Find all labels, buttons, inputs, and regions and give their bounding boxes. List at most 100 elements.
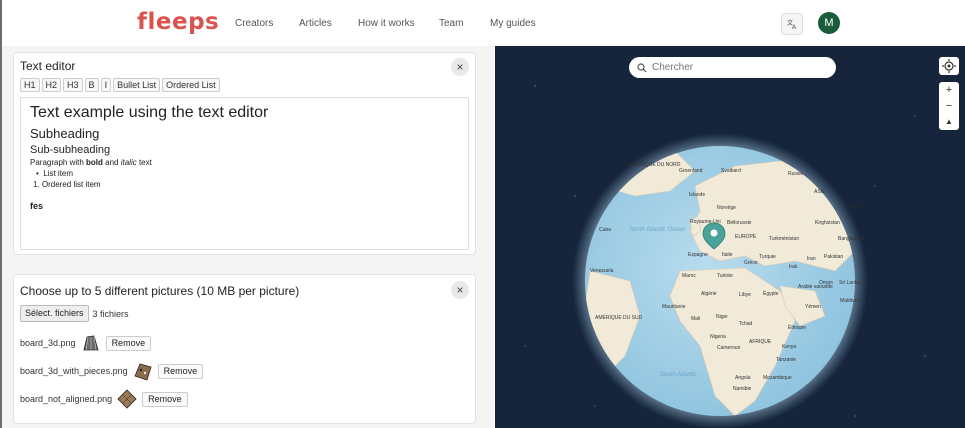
map-label: Algérie	[701, 291, 717, 297]
map-label: Tunisie	[717, 273, 733, 279]
map-label: Svalbard	[721, 168, 741, 174]
map-label: Espagne	[688, 252, 708, 258]
map-label: Biélorussie	[727, 220, 752, 226]
map-label: Islande	[689, 192, 705, 198]
file-item: board_3d_with_pieces.png Remove	[20, 361, 204, 381]
file-name: board_3d_with_pieces.png	[20, 366, 128, 376]
map-canvas: AMÉRIQUE DU NORD Groenland Svalbard Russ…	[524, 75, 926, 428]
editor-typed-text: fes	[30, 201, 44, 211]
logo[interactable]: fleeps	[137, 9, 219, 35]
close-icon: ×	[456, 283, 464, 297]
nav-creators[interactable]: Creators	[235, 18, 273, 29]
map-label: Niger	[716, 314, 728, 320]
zoom-out-button[interactable]: −	[939, 98, 959, 114]
map-label: Sri Lanka	[839, 280, 860, 286]
picture-upload-card: Choose up to 5 different pictures (10 MB…	[13, 274, 476, 424]
upload-title: Choose up to 5 different pictures (10 MB…	[20, 284, 300, 298]
top-navbar: fleeps Creators Articles How it works Te…	[2, 0, 965, 46]
h1-button[interactable]: H1	[20, 78, 40, 92]
compass-button[interactable]: ▲	[939, 114, 959, 130]
remove-file-button[interactable]: Remove	[105, 335, 152, 351]
map-label: Mozambique	[763, 375, 792, 381]
bold-button[interactable]: B	[84, 78, 99, 92]
map-label: Namibie	[733, 386, 752, 392]
map-zoom-controls: + − ▲	[939, 82, 959, 130]
map-label: Venezuela	[590, 268, 614, 274]
map-label: Maroc	[682, 273, 696, 279]
editor-heading3: Sub-subheading	[30, 144, 111, 156]
map-label: Cameroun	[717, 345, 741, 351]
map-label: Turquie	[759, 254, 776, 260]
map-label: South Atlantic	[660, 372, 697, 378]
map-search-box[interactable]	[629, 57, 836, 78]
map-label: Mali	[691, 316, 700, 322]
file-name: board_not_aligned.png	[20, 394, 113, 404]
search-icon	[637, 62, 647, 72]
nav-my-guides[interactable]: My guides	[490, 18, 536, 29]
nav-articles[interactable]: Articles	[299, 18, 332, 29]
close-icon: ×	[456, 60, 464, 74]
map-label: Irak	[789, 264, 798, 270]
close-editor-button[interactable]: ×	[451, 58, 469, 76]
map-label: Tanzanie	[776, 357, 796, 363]
nav-how-it-works[interactable]: How it works	[358, 18, 415, 29]
editor-toolbar: H1 H2 H3 B I Bullet List Ordered List	[20, 78, 220, 92]
select-files-button[interactable]: Sélect. fichiers	[20, 305, 89, 322]
editor-paragraph: Paragraph with bold and italic text	[30, 158, 152, 167]
left-panel: Text editor × H1 H2 H3 B I Bullet List O…	[2, 46, 494, 428]
map-label: Russie	[788, 171, 804, 177]
file-name: board_3d.png	[20, 338, 76, 348]
board-thumbnail-image	[117, 389, 137, 409]
svg-text:A: A	[792, 25, 796, 30]
map-label: Chine	[845, 204, 858, 210]
file-item: board_3d.png Remove	[20, 333, 152, 353]
rich-text-editor[interactable]: Text example using the text editor Subhe…	[20, 97, 469, 250]
map-label: ASIE	[814, 189, 826, 195]
editor-bullet-item: • List item	[36, 169, 74, 178]
world-map[interactable]: AMÉRIQUE DU NORD Groenland Svalbard Russ…	[495, 46, 965, 428]
italic-button[interactable]: I	[100, 78, 112, 92]
bullet-list-button[interactable]: Bullet List	[113, 78, 161, 92]
map-label: Égypte	[763, 290, 779, 297]
user-avatar[interactable]: M	[818, 12, 840, 34]
translate-button[interactable]: 文 A	[781, 13, 803, 35]
map-label: Groenland	[679, 168, 703, 174]
remove-file-button[interactable]: Remove	[142, 391, 188, 407]
remove-file-button[interactable]: Remove	[157, 363, 204, 379]
h3-button[interactable]: H3	[63, 78, 83, 92]
map-label: Italie	[722, 252, 733, 258]
zoom-in-button[interactable]: +	[939, 82, 959, 98]
map-search-input[interactable]	[652, 62, 822, 73]
map-label: Oman	[819, 280, 833, 286]
board-thumbnail-image	[83, 335, 99, 351]
locate-me-button[interactable]	[939, 57, 959, 75]
file-count: 3 fichiers	[92, 308, 129, 319]
map-label: Tchad	[739, 321, 753, 327]
map-label: EUROPE	[735, 234, 757, 240]
map-label: Yémen	[805, 304, 821, 310]
map-label: Pakistan	[824, 254, 843, 260]
text-editor-card: Text editor × H1 H2 H3 B I Bullet List O…	[13, 52, 476, 255]
map-label: Libye	[739, 292, 751, 298]
close-upload-button[interactable]: ×	[451, 281, 469, 299]
editor-heading2: Subheading	[30, 126, 100, 141]
map-label: Cuba	[599, 227, 611, 233]
translate-icon: 文 A	[787, 19, 796, 30]
map-label: AFRIQUE	[749, 339, 772, 345]
text-editor-title: Text editor	[20, 59, 76, 73]
ordered-list-button[interactable]: Ordered List	[162, 78, 220, 92]
file-item: board_not_aligned.png Remove	[20, 389, 188, 409]
map-label: Éthiopie	[788, 324, 806, 331]
map-label: AMÉRIQUE DU NORD	[629, 161, 681, 168]
map-label: AMÉRIQUE DU SUD	[595, 314, 643, 321]
map-label: Turkménistan	[769, 236, 799, 242]
map-label: Iran	[807, 256, 816, 262]
map-label: Mauritanie	[662, 304, 686, 310]
map-label: Kenya	[782, 344, 796, 350]
nav-team[interactable]: Team	[439, 18, 463, 29]
map-label: Nigeria	[710, 334, 726, 340]
h2-button[interactable]: H2	[41, 78, 62, 92]
map-label: Kirghizstan	[815, 220, 840, 226]
file-select-row: Sélect. fichiers 3 fichiers	[20, 305, 129, 322]
editor-heading1: Text example using the text editor	[30, 104, 269, 121]
